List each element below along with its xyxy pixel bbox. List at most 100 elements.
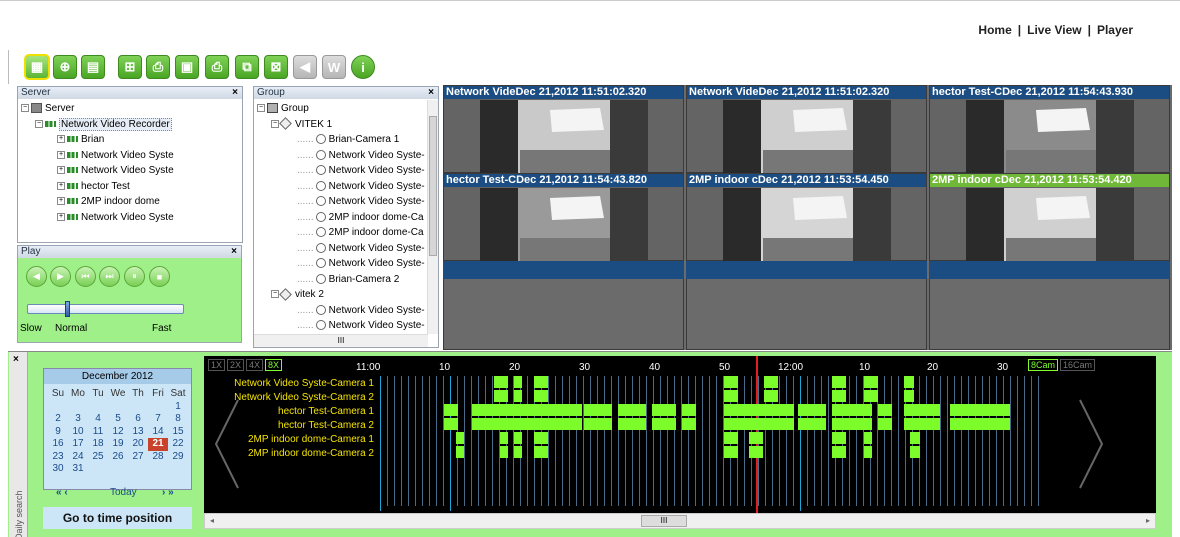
tree-node-camera[interactable]: ...... 2MP indoor dome-Ca	[257, 225, 427, 241]
live-view-link[interactable]: Live View	[1027, 23, 1081, 37]
recording-segment[interactable]	[749, 446, 763, 458]
calendar-day[interactable]: 4	[88, 413, 108, 426]
recording-segment[interactable]	[652, 404, 676, 416]
info-icon[interactable]: i	[351, 55, 375, 79]
recording-segment[interactable]	[494, 376, 508, 388]
camera-view[interactable]: hector Test-CDec 21,2012 11:54:43.820	[443, 173, 684, 262]
recording-segment[interactable]	[764, 376, 778, 388]
tree-node-camera[interactable]: ...... Brian-Camera 2	[257, 272, 427, 288]
stop-icon[interactable]: ■	[149, 266, 170, 287]
timeline-scrollbar[interactable]: ◂ III ▸	[204, 513, 1156, 529]
print-icon[interactable]: ⎙	[205, 55, 229, 79]
recording-segment[interactable]	[832, 390, 846, 402]
tree-node-vitek1[interactable]: − VITEK 1	[257, 117, 427, 133]
calendar-day[interactable]: 19	[108, 438, 128, 451]
recording-segment[interactable]	[444, 418, 458, 430]
recording-segment[interactable]	[864, 390, 878, 402]
cam-mode-8cam-button[interactable]: 8Cam	[1028, 359, 1059, 371]
tree-node-group[interactable]: − Group	[257, 101, 427, 117]
recording-segment[interactable]	[832, 376, 846, 388]
calendar-day[interactable]: 28	[148, 451, 168, 464]
today-link[interactable]: Today	[110, 487, 137, 498]
recording-segment[interactable]	[500, 446, 508, 458]
step-back-icon[interactable]: ⏮	[75, 266, 96, 287]
calendar-day[interactable]: 8	[168, 413, 188, 426]
calendar-day[interactable]: 6	[128, 413, 148, 426]
tree-node-camera[interactable]: ...... Network Video Syste-	[257, 303, 427, 319]
close-icon[interactable]: ×	[231, 246, 237, 258]
camera-view[interactable]: Network VideDec 21,2012 11:51:02.320	[686, 85, 927, 174]
close-icon[interactable]: ×	[232, 87, 238, 99]
tree-node-recorder[interactable]: + Network Video Syste	[21, 210, 174, 226]
recording-segment[interactable]	[982, 418, 1010, 430]
recording-segment[interactable]	[864, 446, 872, 458]
zoom-2x-button[interactable]: 2X	[227, 359, 245, 371]
tree-node-camera[interactable]: ...... Network Video Syste-	[257, 256, 427, 272]
calendar-day[interactable]: 27	[128, 451, 148, 464]
recording-segment[interactable]	[456, 432, 464, 444]
fullscreen-icon[interactable]: ⊠	[264, 55, 288, 79]
calendar-day[interactable]: 12	[108, 426, 128, 439]
calendar-day[interactable]: 9	[48, 426, 68, 439]
tree-node-recorder[interactable]: + Brian	[21, 132, 174, 148]
scrollbar-thumb[interactable]: III	[641, 515, 687, 527]
scrollbar-thumb[interactable]	[429, 116, 437, 256]
print-preview-icon[interactable]: ⎙	[146, 55, 170, 79]
tree-node-recorder[interactable]: + hector Test	[21, 179, 174, 195]
recording-segment[interactable]	[652, 418, 676, 430]
go-to-time-button[interactable]: Go to time position	[43, 507, 192, 529]
calendar-day[interactable]: 16	[48, 438, 68, 451]
camera-view[interactable]: Network VideDec 21,2012 11:51:02.320	[443, 85, 684, 174]
tree-node-camera[interactable]: ...... Network Video Syste-	[257, 241, 427, 257]
recording-segment[interactable]	[764, 390, 778, 402]
recording-segment[interactable]	[724, 376, 738, 388]
calendar-day[interactable]: 26	[108, 451, 128, 464]
recording-segment[interactable]	[584, 404, 612, 416]
close-icon[interactable]: ×	[13, 354, 19, 365]
recording-segment[interactable]	[724, 418, 794, 430]
prev-month-icon[interactable]: « ‹	[56, 487, 68, 498]
speed-slider-thumb[interactable]	[65, 301, 70, 317]
recording-segment[interactable]	[514, 390, 522, 402]
recording-segment[interactable]	[534, 390, 548, 402]
recording-segment[interactable]	[682, 404, 696, 416]
recording-segment[interactable]	[832, 432, 846, 444]
recording-segment[interactable]	[982, 404, 1010, 416]
daily-search-tab[interactable]: Daily search	[14, 484, 24, 537]
calendar-day[interactable]: 11	[88, 426, 108, 439]
calendar-day[interactable]: 1	[168, 401, 188, 414]
tree-node-camera[interactable]: ...... Network Video Syste-	[257, 194, 427, 210]
tree-node-recorder[interactable]: + Network Video Syste	[21, 148, 174, 164]
calendar-day[interactable]: 10	[68, 426, 88, 439]
recording-segment[interactable]	[514, 446, 522, 458]
recording-segment[interactable]	[832, 446, 846, 458]
recording-segment[interactable]	[910, 446, 920, 458]
player-link[interactable]: Player	[1097, 23, 1133, 37]
camera-view[interactable]: 2MP indoor cDec 21,2012 11:53:54.420	[929, 173, 1170, 262]
mute-icon[interactable]: ◀	[293, 55, 317, 79]
calendar-day[interactable]: 2	[48, 413, 68, 426]
recording-segment[interactable]	[514, 432, 522, 444]
next-month-icon[interactable]: › »	[162, 487, 174, 498]
camera-view[interactable]: hector Test-CDec 21,2012 11:54:43.930	[929, 85, 1170, 174]
scroll-right-icon[interactable]: ▸	[1146, 516, 1150, 525]
recording-segment[interactable]	[864, 432, 872, 444]
recording-segment[interactable]	[682, 418, 696, 430]
tree-node-camera[interactable]: ...... Network Video Syste-	[257, 148, 427, 164]
camera-view[interactable]: 2MP indoor cDec 21,2012 11:53:54.450	[686, 173, 927, 262]
tree-node-vitek2[interactable]: − vitek 2	[257, 287, 427, 303]
tree-node-server[interactable]: − Server	[21, 101, 174, 117]
zoom-8x-button[interactable]: 8X	[265, 359, 283, 371]
calendar-day[interactable]: 14	[148, 426, 168, 439]
rewind-icon[interactable]: ◀	[26, 266, 47, 287]
speed-slider[interactable]	[27, 304, 184, 314]
tree-node-camera[interactable]: ...... Brian-Camera 1	[257, 132, 427, 148]
recording-segment[interactable]	[749, 432, 763, 444]
calendar-day[interactable]: 13	[128, 426, 148, 439]
recording-segment[interactable]	[534, 446, 548, 458]
calendar-day[interactable]: 29	[168, 451, 188, 464]
calendar-day[interactable]: 3	[68, 413, 88, 426]
recording-segment[interactable]	[878, 404, 892, 416]
recording-segment[interactable]	[798, 418, 826, 430]
recording-segment[interactable]	[514, 376, 522, 388]
